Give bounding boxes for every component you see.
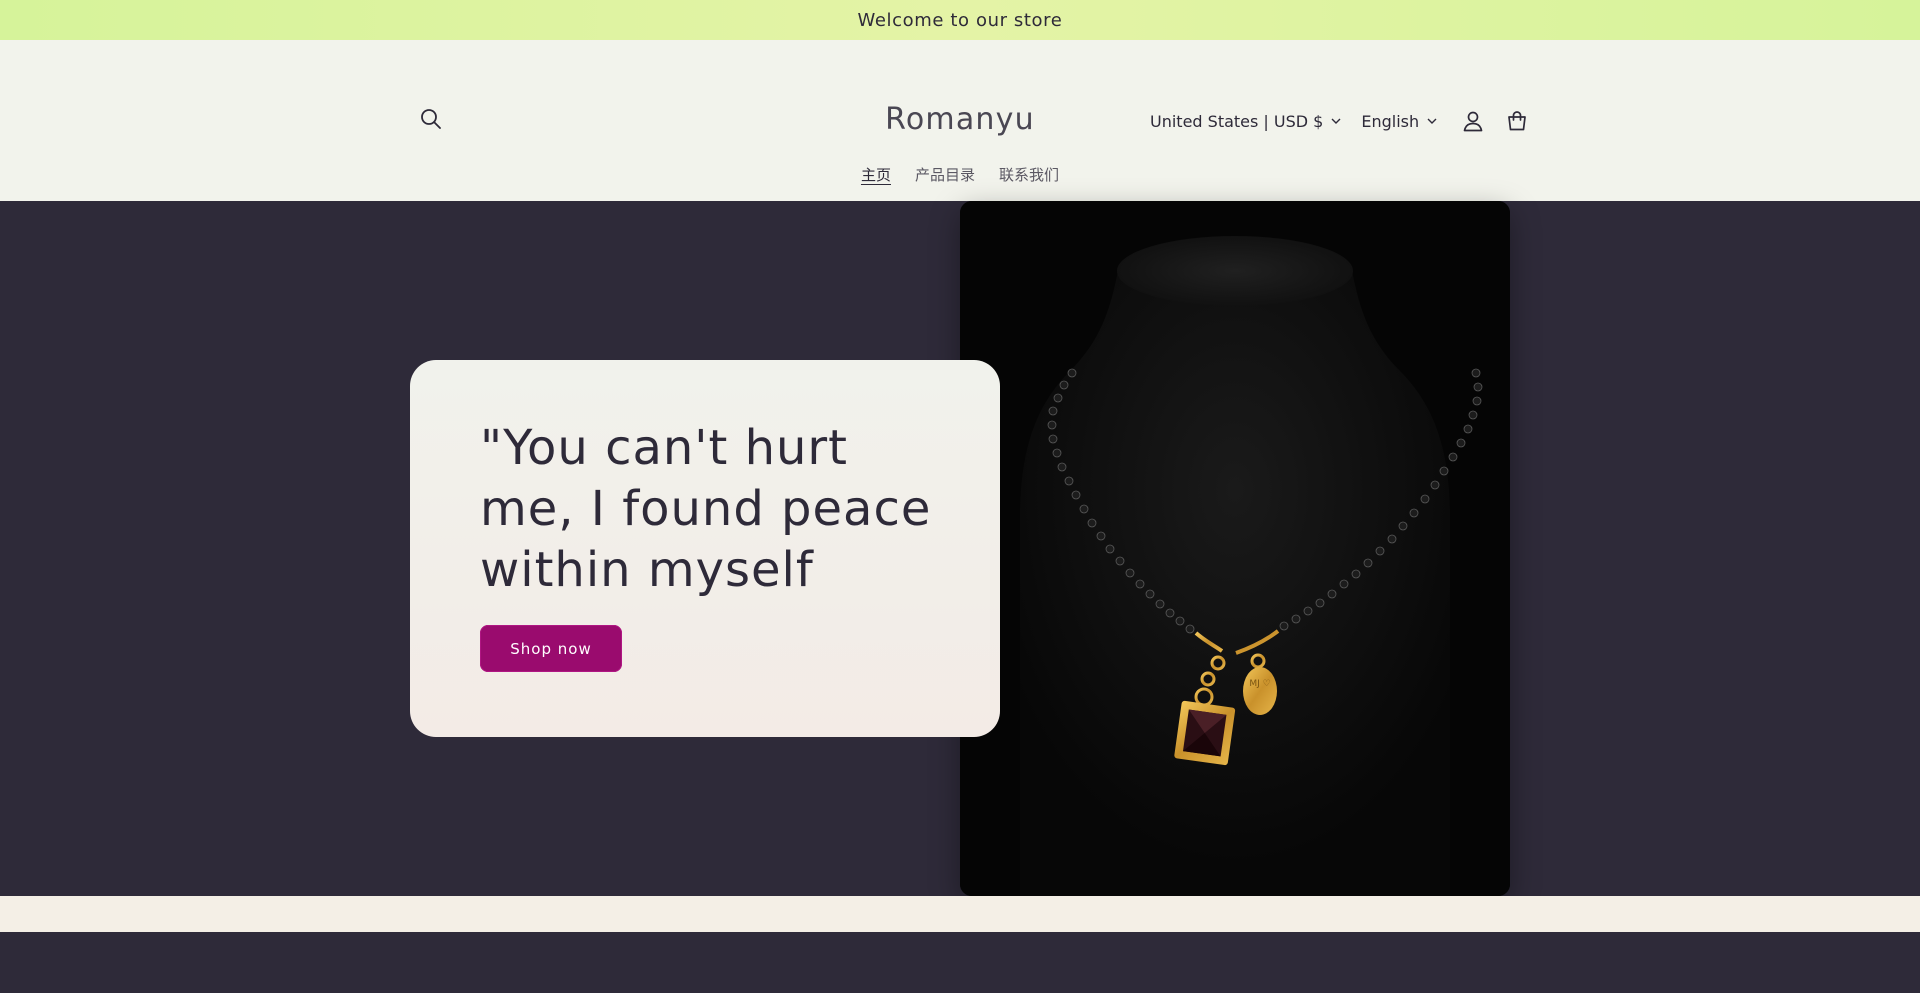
account-button[interactable] [1459, 107, 1487, 135]
country-selector[interactable]: United States | USD $ [1150, 112, 1341, 131]
cart-button[interactable] [1503, 107, 1531, 135]
announcement-text: Welcome to our store [857, 9, 1063, 31]
nav-item-catalog[interactable]: 产品目录 [915, 164, 975, 185]
nav-item-contact[interactable]: 联系我们 [999, 164, 1059, 185]
chevron-down-icon [1331, 118, 1341, 124]
hero-banner: MJ ♡ "You can't hurt me, I found peace w… [0, 201, 1920, 896]
cart-icon [1508, 111, 1526, 131]
language-selector-label: English [1361, 111, 1420, 131]
country-selector-label: United States | USD $ [1150, 111, 1324, 131]
shop-now-button[interactable]: Shop now [480, 625, 622, 672]
hero-heading: "You can't hurt me, I found peace within… [480, 420, 932, 598]
section-divider [0, 896, 1920, 932]
announcement-bar: Welcome to our store [0, 0, 1920, 40]
header-actions: United States | USD $ English [1150, 106, 1531, 136]
hero-image-necklace: MJ ♡ [960, 201, 1510, 896]
store-logo[interactable]: Romanyu [0, 102, 1920, 137]
language-selector[interactable]: English [1361, 112, 1437, 131]
user-icon [1463, 111, 1483, 132]
chevron-down-icon [1427, 118, 1437, 124]
main-nav: 主页 产品目录 联系我们 [0, 164, 1920, 185]
site-header: Romanyu United States | USD $ English 主页… [0, 40, 1920, 201]
necklace-image [960, 201, 1510, 896]
next-section [0, 932, 1920, 993]
hero-text-card: "You can't hurt me, I found peace within… [410, 360, 1000, 737]
tag-engraving: MJ ♡ [1249, 679, 1271, 689]
nav-item-home[interactable]: 主页 [861, 164, 891, 185]
